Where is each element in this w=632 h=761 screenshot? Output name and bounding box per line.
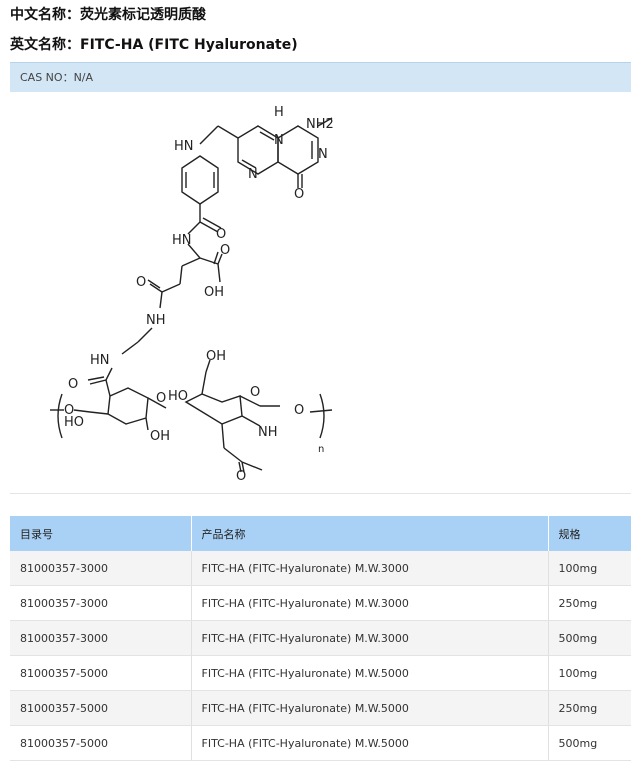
label-n1: N [274,133,284,148]
cell-product-name: FITC-HA (FITC-Hyaluronate) M.W.5000 [191,690,549,726]
sugar-ring-2 [184,393,243,425]
cell-product-name: FITC-HA (FITC-Hyaluronate) M.W.3000 [191,585,549,621]
chinese-name-line: 中文名称：荧光素标记透明质酸 [10,4,206,24]
cas-label: CAS NO： [20,71,74,84]
label-oh2: OH [150,429,170,444]
label-oh3: OH [206,349,226,364]
table-row: 81000357-3000 FITC-HA (FITC-Hyaluronate)… [10,551,631,586]
label-nh2: NH2 [306,117,334,132]
cell-spec: 100mg [548,655,631,691]
label-o5: O [68,377,78,392]
cell-spec: 250mg [548,690,631,726]
cell-product-name: FITC-HA (FITC-Hyaluronate) M.W.3000 [191,620,549,656]
cell-catalog-no: 81000357-5000 [10,725,192,761]
label-h: H [274,105,284,120]
label-o4: O [136,275,146,290]
label-ho1: HO [64,415,84,430]
label-hn1: HN [174,139,194,154]
label-n2: N [318,147,328,162]
label-hn2: HN [172,233,192,248]
cell-catalog-no: 81000357-3000 [10,551,192,586]
label-ho2: HO [168,389,188,404]
label-oh1: OH [204,285,224,300]
label-nh3: NH [258,425,278,440]
cell-product-name: FITC-HA (FITC-Hyaluronate) M.W.5000 [191,725,549,761]
pteridine-ring-left [237,125,279,175]
header-product-name: 产品名称 [191,516,549,551]
chinese-name-value: 荧光素标记透明质酸 [80,7,206,23]
table-header-row: 目录号 产品名称 规格 [10,516,631,551]
label-nh1: NH [146,313,166,328]
sugar-ring-1 [107,387,149,425]
cell-spec: 100mg [548,551,631,586]
product-table: 目录号 产品名称 规格 81000357-3000 FITC-HA (FITC-… [10,516,631,761]
label-n3: N [248,167,258,182]
cell-spec: 500mg [548,620,631,656]
benzene-ring [181,155,219,205]
cell-catalog-no: 81000357-3000 [10,585,192,621]
table-row: 81000357-3000 FITC-HA (FITC-Hyaluronate)… [10,585,631,621]
english-name-line: 英文名称：FITC-HA (FITC Hyaluronate) [10,34,298,54]
table-row: 81000357-5000 FITC-HA (FITC-Hyaluronate)… [10,690,631,726]
label-hn3: HN [90,353,110,368]
table-row: 81000357-3000 FITC-HA (FITC-Hyaluronate)… [10,620,631,656]
chinese-name-label: 中文名称： [10,7,80,23]
header-catalog-no: 目录号 [10,516,192,551]
label-o8: O [250,385,260,400]
structure-bonds [50,117,333,473]
english-name-label: 英文名称： [10,37,80,53]
cell-spec: 250mg [548,585,631,621]
label-o3: O [220,243,230,258]
structure-labels: H NH2 N N N O HN HN O O OH O NH HN O O H… [64,105,334,484]
cas-value: N/A [73,71,94,84]
cell-product-name: FITC-HA (FITC-Hyaluronate) M.W.3000 [191,551,549,586]
table-row: 81000357-5000 FITC-HA (FITC-Hyaluronate)… [10,725,631,761]
cell-product-name: FITC-HA (FITC-Hyaluronate) M.W.5000 [191,655,549,691]
label-o7: O [156,391,166,406]
label-repeat-n: n [318,444,324,455]
label-o2: O [216,227,226,242]
table-row: 81000357-5000 FITC-HA (FITC-Hyaluronate)… [10,655,631,691]
cell-catalog-no: 81000357-5000 [10,690,192,726]
label-o9: O [294,403,304,418]
label-o10: O [236,469,246,484]
cell-catalog-no: 81000357-3000 [10,620,192,656]
cell-catalog-no: 81000357-5000 [10,655,192,691]
english-name-value: FITC-HA (FITC Hyaluronate) [80,37,298,53]
cell-spec: 500mg [548,725,631,761]
cas-bar: CAS NO：N/A [10,62,631,92]
header-spec: 规格 [548,516,631,551]
chemical-structure-diagram: H NH2 N N N O HN HN O O OH O NH HN O O H… [50,105,334,484]
section-divider [10,493,631,494]
label-o1: O [294,187,304,202]
